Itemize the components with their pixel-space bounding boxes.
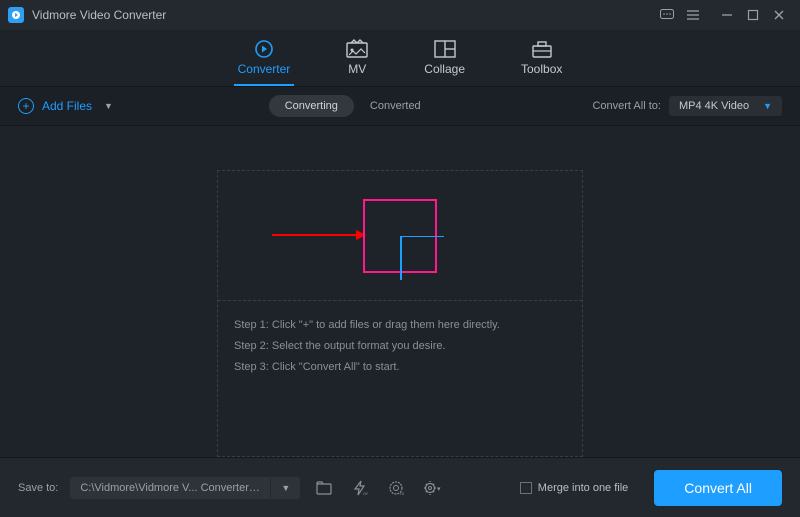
menu-icon[interactable]: [680, 5, 706, 25]
tab-label: Collage: [424, 62, 465, 76]
converting-tab[interactable]: Converting: [269, 95, 354, 117]
annotation-arrow: [272, 234, 364, 236]
output-format-dropdown[interactable]: MP4 4K Video ▼: [669, 96, 782, 116]
app-title: Vidmore Video Converter: [32, 8, 166, 22]
svg-text:OFF: OFF: [400, 491, 404, 496]
tab-collage[interactable]: Collage: [424, 38, 465, 80]
merge-checkbox[interactable]: Merge into one file: [520, 482, 629, 494]
collage-icon: [434, 38, 456, 60]
chevron-down-icon: ▼: [763, 101, 772, 111]
step-2: Step 2: Select the output format you des…: [234, 336, 566, 357]
chevron-down-icon: ▼: [270, 478, 300, 498]
format-selected-label: MP4 4K Video: [679, 100, 749, 112]
tab-label: Converter: [238, 62, 291, 76]
svg-text:▾: ▾: [437, 486, 441, 493]
chevron-down-icon: ▼: [104, 101, 113, 111]
settings-button[interactable]: ▾: [420, 476, 444, 500]
tab-toolbox[interactable]: Toolbox: [521, 38, 562, 80]
tab-converter[interactable]: Converter: [238, 38, 291, 80]
instruction-steps: Step 1: Click "+" to add files or drag t…: [218, 301, 582, 396]
convert-all-to-label: Convert All to:: [592, 100, 660, 112]
minimize-button[interactable]: [714, 5, 740, 25]
add-files-button[interactable]: + Add Files ▼: [18, 98, 113, 114]
save-path-text: C:\Vidmore\Vidmore V... Converter\Conver…: [70, 477, 270, 499]
mv-icon: [346, 38, 368, 60]
converter-icon: [253, 38, 275, 60]
maximize-button[interactable]: [740, 5, 766, 25]
step-3: Step 3: Click "Convert All" to start.: [234, 357, 566, 378]
open-folder-button[interactable]: [312, 476, 336, 500]
close-button[interactable]: [766, 5, 792, 25]
add-files-plus-target[interactable]: [363, 199, 437, 273]
app-logo: [8, 7, 24, 23]
converted-tab[interactable]: Converted: [354, 95, 437, 117]
step-1: Step 1: Click "+" to add files or drag t…: [234, 315, 566, 336]
hardware-accel-button[interactable]: OFF: [348, 476, 372, 500]
plus-circle-icon: +: [18, 98, 34, 114]
save-path-dropdown[interactable]: C:\Vidmore\Vidmore V... Converter\Conver…: [70, 477, 300, 499]
save-to-label: Save to:: [18, 482, 58, 494]
merge-label: Merge into one file: [538, 482, 629, 494]
svg-text:OFF: OFF: [363, 491, 368, 496]
status-segmented: Converting Converted: [269, 95, 437, 117]
feedback-icon[interactable]: [654, 5, 680, 25]
drop-zone[interactable]: Step 1: Click "+" to add files or drag t…: [217, 170, 583, 457]
checkbox-icon: [520, 482, 532, 494]
tab-label: Toolbox: [521, 62, 562, 76]
convert-all-button[interactable]: Convert All: [654, 470, 782, 506]
toolbox-icon: [531, 38, 553, 60]
high-speed-button[interactable]: OFF: [384, 476, 408, 500]
tab-label: MV: [348, 62, 366, 76]
tab-mv[interactable]: MV: [346, 38, 368, 80]
add-files-label: Add Files: [42, 99, 92, 113]
